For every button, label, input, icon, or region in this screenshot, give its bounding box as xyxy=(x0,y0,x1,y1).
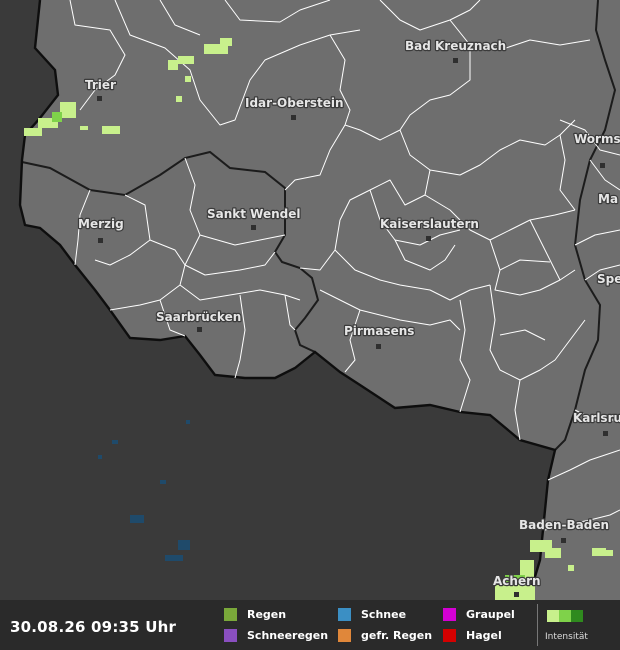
city-marker-bad-kreuznach xyxy=(453,58,458,63)
legend-divider xyxy=(537,604,538,646)
city-label-saarbruecken: Saarbrücken xyxy=(156,310,241,324)
city-label-idar-oberstein: Idar-Oberstein xyxy=(245,96,344,110)
legend-item-schneeregen: Schneeregen xyxy=(224,629,328,642)
legend-item-gefr-regen: gefr. Regen xyxy=(338,629,432,642)
city-label-speyer-partial: Spe xyxy=(597,272,620,286)
intensity-swatch-high xyxy=(571,610,583,622)
city-marker-karlsruhe xyxy=(603,431,608,436)
legend-item-hagel: Hagel xyxy=(443,629,502,642)
intensity-gradient xyxy=(547,610,583,622)
intensity-label: Intensität xyxy=(545,632,588,642)
city-label-merzig: Merzig xyxy=(78,217,124,231)
legend-bar: 30.08.26 09:35 Uhr Regen Schnee Graupel … xyxy=(0,600,620,650)
legend-label-schneeregen: Schneeregen xyxy=(247,629,329,642)
city-marker-worms xyxy=(600,163,605,168)
legend-item-graupel: Graupel xyxy=(443,608,515,621)
city-marker-pirmasens xyxy=(376,344,381,349)
schneeregen-swatch xyxy=(224,629,237,642)
city-marker-merzig xyxy=(98,238,103,243)
city-label-karlsruhe: Karlsru xyxy=(573,411,620,425)
legend-label-regen: Regen xyxy=(247,608,287,621)
city-marker-trier xyxy=(97,96,102,101)
city-label-worms: Worms xyxy=(574,132,620,146)
city-label-achern: Achern xyxy=(493,574,541,588)
legend-label-gefr-regen: gefr. Regen xyxy=(361,629,433,642)
city-label-trier: Trier xyxy=(85,78,116,92)
city-label-kaiserslautern: Kaiserslautern xyxy=(380,217,479,231)
legend-label-hagel: Hagel xyxy=(466,629,502,642)
legend-label-graupel: Graupel xyxy=(466,608,515,621)
city-marker-baden-baden xyxy=(561,538,566,543)
hagel-swatch xyxy=(443,629,456,642)
city-label-mannheim-partial: Ma xyxy=(598,192,618,206)
map-canvas: Trier Bad Kreuznach Idar-Oberstein Worms… xyxy=(0,0,620,650)
legend-item-regen: Regen xyxy=(224,608,286,621)
gefr-regen-swatch xyxy=(338,629,351,642)
intensity-swatch-mid xyxy=(559,610,571,622)
graupel-swatch xyxy=(443,608,456,621)
regen-swatch xyxy=(224,608,237,621)
city-label-bad-kreuznach: Bad Kreuznach xyxy=(405,39,506,53)
schnee-swatch xyxy=(338,608,351,621)
city-label-sankt-wendel: Sankt Wendel xyxy=(207,207,301,221)
city-label-baden-baden: Baden-Baden xyxy=(519,518,609,532)
city-marker-saarbruecken xyxy=(197,327,202,332)
radar-map[interactable]: Trier Bad Kreuznach Idar-Oberstein Worms… xyxy=(0,0,620,650)
city-label-pirmasens: Pirmasens xyxy=(344,324,414,338)
city-marker-sankt-wendel xyxy=(251,225,256,230)
radar-timestamp: 30.08.26 09:35 Uhr xyxy=(10,618,177,636)
city-marker-idar-oberstein xyxy=(291,115,296,120)
legend-label-schnee: Schnee xyxy=(361,608,407,621)
legend-item-schnee: Schnee xyxy=(338,608,406,621)
intensity-swatch-low xyxy=(547,610,559,622)
city-marker-achern xyxy=(514,592,519,597)
city-marker-kaiserslautern xyxy=(426,236,431,241)
intensity-scale: Intensität xyxy=(543,604,603,644)
